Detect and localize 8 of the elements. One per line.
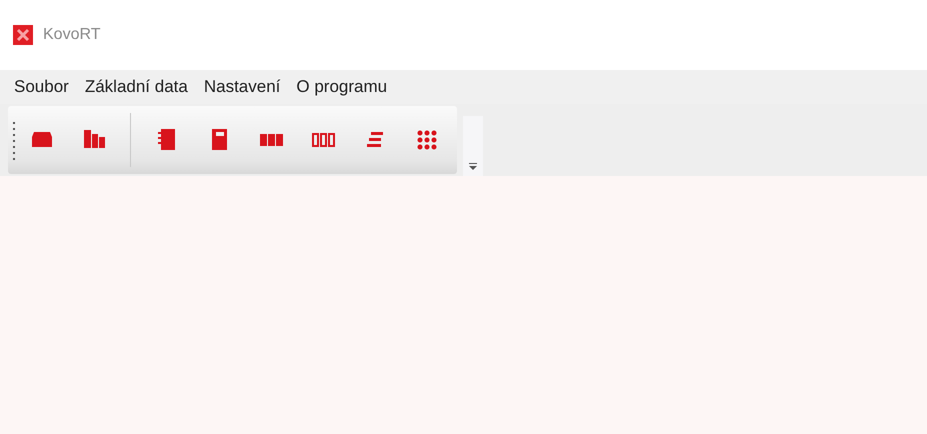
- window-title: KovoRT: [43, 26, 101, 44]
- grip-icon: [12, 120, 16, 160]
- overflow-icon: [469, 163, 477, 170]
- menu-item[interactable]: Nastavení: [198, 77, 286, 97]
- menu-item[interactable]: O programu: [290, 77, 394, 97]
- menu-item[interactable]: Základní data: [78, 77, 194, 97]
- menu-item[interactable]: Soubor: [8, 77, 75, 97]
- app-logo-icon: [13, 25, 33, 45]
